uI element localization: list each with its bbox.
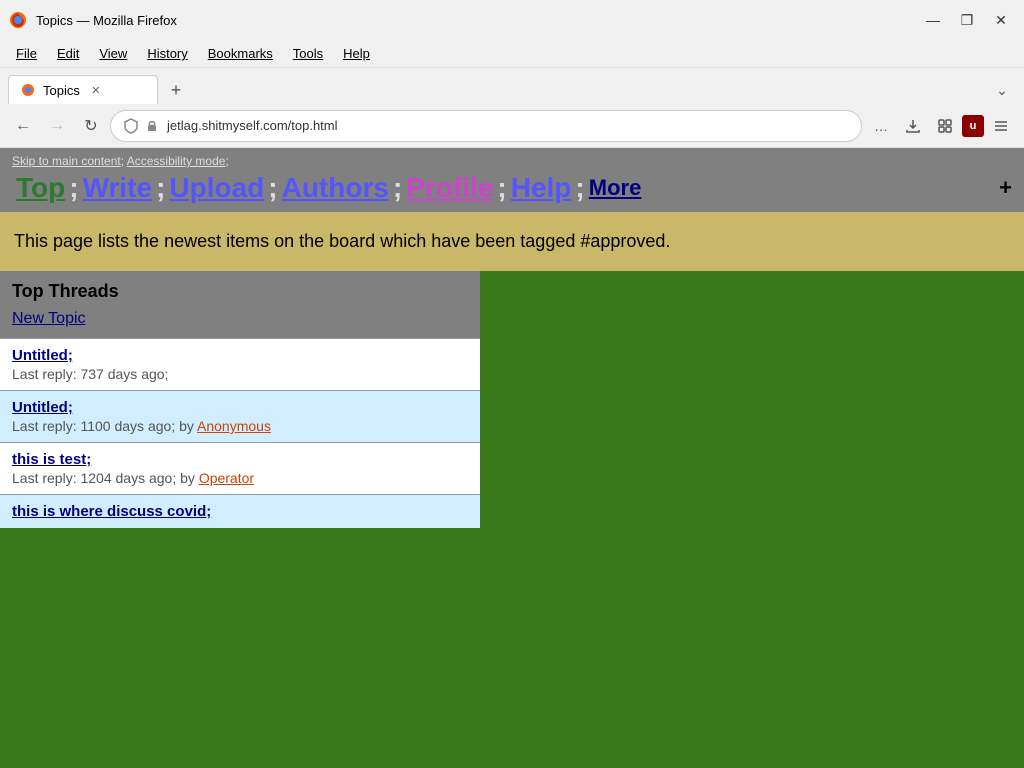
security-icon [123,118,139,134]
nav-authors-link[interactable]: Authors [282,172,389,204]
thread-meta-1: Last reply: 737 days ago; [12,366,468,382]
ublock-icon[interactable]: u [962,115,984,137]
address-bar[interactable]: jetlag.shitmyself.com/top.html [110,110,862,142]
menu-tools[interactable]: Tools [285,43,331,64]
thread-author-3[interactable]: Operator [199,470,254,486]
hamburger-menu-button[interactable] [986,111,1016,141]
tab-bar: Topics ✕ + ⌄ [0,68,1024,104]
thread-title-1[interactable]: Untitled; [12,347,468,364]
page-navigation: Skip to main content; Accessibility mode… [0,148,1024,212]
thread-item: this is where discuss covid; [0,494,480,528]
menu-help[interactable]: Help [335,43,378,64]
new-topic-row: New Topic [0,306,480,338]
lock-icon [145,119,159,133]
thread-title-4[interactable]: this is where discuss covid; [12,503,468,520]
tab-close-button[interactable]: ✕ [88,82,104,98]
browser-title: Topics — Mozilla Firefox [36,13,177,28]
thread-title-2[interactable]: Untitled; [12,399,468,416]
menu-edit[interactable]: Edit [49,43,87,64]
nav-upload-link[interactable]: Upload [169,172,264,204]
new-topic-link[interactable]: New Topic [12,310,86,327]
download-icon [905,118,921,134]
nav-profile-link[interactable]: Profile [406,172,493,204]
threads-section: Top Threads New Topic Untitled; Last rep… [0,271,480,528]
minimize-button[interactable]: — [918,8,948,32]
skip-links: Skip to main content; Accessibility mode… [12,154,1012,168]
extensions-button[interactable] [930,111,960,141]
menu-file[interactable]: File [8,43,45,64]
extension-icon [937,118,953,134]
menu-history[interactable]: History [139,43,195,64]
thread-meta-3: Last reply: 1204 days ago; by Operator [12,470,468,486]
nav-plus-button[interactable]: + [999,175,1012,201]
nav-top-link[interactable]: Top [16,172,65,204]
thread-item: Untitled; Last reply: 1100 days ago; by … [0,390,480,442]
active-tab[interactable]: Topics ✕ [8,75,158,104]
nav-more-link[interactable]: More [589,175,642,201]
url-text: jetlag.shitmyself.com/top.html [167,118,849,133]
main-nav: Top ; Write ; Upload ; Authors ; Profile… [12,172,1012,204]
browser-window: Topics — Mozilla Firefox — ❐ ✕ File Edit… [0,0,1024,768]
nav-right-buttons: … u [866,111,1016,141]
more-tools-button[interactable]: … [866,111,896,141]
reload-button[interactable]: ↻ [76,111,106,141]
thread-item: this is test; Last reply: 1204 days ago;… [0,442,480,494]
new-tab-button[interactable]: + [162,76,190,104]
forward-button[interactable]: → [42,111,72,141]
download-button[interactable] [898,111,928,141]
address-bar-icons [123,118,159,134]
nav-write-link[interactable]: Write [83,172,153,204]
maximize-button[interactable]: ❐ [952,8,982,32]
description-box: This page lists the newest items on the … [0,212,1024,271]
close-button[interactable]: ✕ [986,8,1016,32]
thread-item: Untitled; Last reply: 737 days ago; [0,338,480,390]
thread-author-2[interactable]: Anonymous [197,418,271,434]
accessibility-link[interactable]: Accessibility mode [127,154,226,168]
tab-favicon [21,83,35,97]
hamburger-icon [993,118,1009,134]
window-controls: — ❐ ✕ [918,8,1016,32]
menu-bookmarks[interactable]: Bookmarks [200,43,281,64]
title-bar: Topics — Mozilla Firefox — ❐ ✕ [0,0,1024,40]
firefox-icon [8,10,28,30]
threads-header: Top Threads [0,271,480,306]
nav-help-link[interactable]: Help [511,172,572,204]
thread-meta-2: Last reply: 1100 days ago; by Anonymous [12,418,468,434]
nav-bar: ← → ↻ jetlag.shitmyself.com/top.html … [0,104,1024,148]
page-content: Skip to main content; Accessibility mode… [0,148,1024,768]
menu-bar: File Edit View History Bookmarks Tools H… [0,40,1024,68]
thread-title-3[interactable]: this is test; [12,451,468,468]
menu-view[interactable]: View [91,43,135,64]
skip-main-link[interactable]: Skip to main content [12,154,121,168]
back-button[interactable]: ← [8,111,38,141]
tab-label: Topics [43,83,80,98]
tab-overflow-button[interactable]: ⌄ [988,76,1016,104]
description-text: This page lists the newest items on the … [14,231,670,251]
